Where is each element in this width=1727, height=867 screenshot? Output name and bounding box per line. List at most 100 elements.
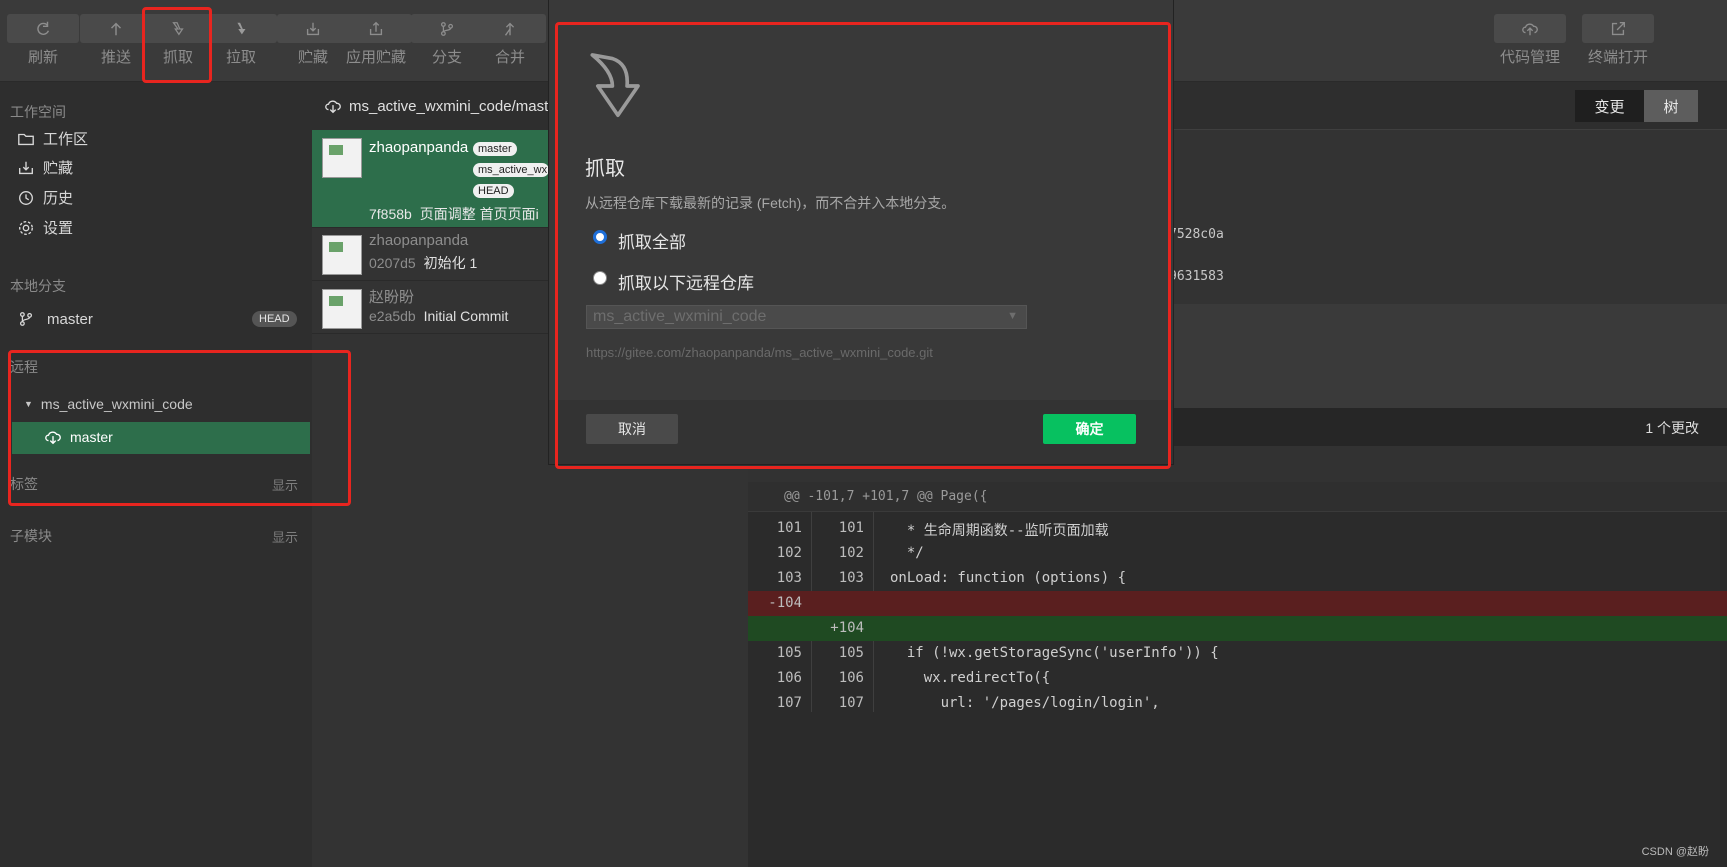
sidebar-item-history[interactable]: 历史 — [17, 187, 73, 208]
branch-icon — [440, 21, 454, 36]
branch-icon — [19, 312, 33, 326]
sidebar-item-label: 贮藏 — [43, 160, 74, 177]
old-line-number: -104 — [768, 595, 802, 611]
cloud-download-icon — [325, 100, 341, 114]
branch-button[interactable]: 分支 — [411, 14, 483, 67]
diff-view: 101 101 * 生命周期函数--监听页面加载 102 102 */ 103 … — [748, 512, 1727, 867]
watermark: CSDN @赵盼 — [1641, 846, 1709, 858]
commit-hash-1: 7528c0a — [1169, 227, 1224, 242]
commit-hash: 0207d5 — [369, 255, 416, 271]
avatar — [322, 138, 362, 178]
history-icon — [19, 190, 33, 205]
old-line-number: 105 — [776, 645, 802, 661]
old-line-number: 102 — [776, 545, 802, 561]
merge-button[interactable]: 合并 — [474, 14, 546, 67]
submodule-show-link[interactable]: 显示 — [272, 527, 298, 546]
sidebar-item-label: 历史 — [43, 190, 74, 207]
avatar — [322, 235, 362, 275]
stash-icon — [306, 22, 320, 35]
commit-hash-2: 9631583 — [1169, 269, 1224, 284]
tab-tree[interactable]: 树 — [1644, 90, 1698, 122]
commit-list-title: ms_active_wxmini_code/master — [349, 97, 562, 115]
diff-line-deleted: -104 — [748, 591, 1727, 616]
commit-author: 赵盼盼 — [369, 289, 415, 306]
merge-icon — [504, 22, 515, 36]
new-line-number: 107 — [838, 695, 864, 711]
diff-line: 101 101 * 生命周期函数--监听页面加载 — [748, 516, 1727, 541]
avatar — [322, 289, 362, 329]
new-line-number: 101 — [838, 520, 864, 536]
sidebar-item-settings[interactable]: 设置 — [17, 217, 73, 238]
pull-button[interactable]: 拉取 — [205, 14, 277, 67]
merge-label: 合并 — [494, 49, 525, 66]
pull-icon — [237, 22, 246, 34]
highlight-box-fetch — [142, 7, 212, 83]
diff-code: * 生命周期函数--监听页面加载 — [890, 523, 1109, 539]
head-badge: HEAD — [252, 311, 297, 327]
diff-line: 103 103 onLoad: function (options) { — [748, 566, 1727, 591]
old-line-number: 103 — [776, 570, 802, 586]
diff-line: 102 102 */ — [748, 541, 1727, 566]
highlight-box-remote — [8, 350, 351, 506]
commit-hash: e2a5db — [369, 308, 416, 324]
commit-hash: 7f858b — [369, 206, 412, 222]
branch-tag: master — [473, 142, 517, 156]
commit-line: 0207d5 初始化 1 — [369, 253, 477, 273]
commit-message: 初始化 1 — [423, 255, 478, 271]
cloud-upload-icon — [1522, 23, 1538, 35]
folder-icon — [18, 133, 34, 145]
commit-author: zhaopanpanda — [369, 139, 469, 156]
diff-code: if (!wx.getStorageSync('userInfo')) { — [890, 645, 1219, 661]
apply-stash-button[interactable]: 应用贮藏 — [340, 14, 412, 67]
sidebar-item-workspace[interactable]: 工作区 — [17, 128, 88, 149]
diff-code: */ — [890, 545, 924, 561]
pull-label: 拉取 — [225, 49, 256, 66]
new-line-number: 105 — [838, 645, 864, 661]
sidebar-item-stash[interactable]: 贮藏 — [17, 157, 73, 178]
submodule-title: 子模块 — [10, 528, 52, 544]
diff-code: url: '/pages/login/login', — [890, 695, 1160, 711]
terminal-button[interactable]: 终端打开 — [1582, 14, 1654, 67]
sidebar-item-label: 设置 — [43, 220, 74, 237]
diff-code: onLoad: function (options) { — [890, 570, 1127, 586]
apply-stash-icon — [369, 21, 383, 35]
apply-stash-label: 应用贮藏 — [345, 49, 406, 66]
branch-label: 分支 — [431, 49, 462, 66]
commit-message: 页面调整 首页页面i — [419, 206, 539, 222]
stash-label: 贮藏 — [297, 49, 328, 66]
diff-code: wx.redirectTo({ — [890, 670, 1051, 686]
refresh-button[interactable]: 刷新 — [7, 14, 79, 67]
new-line-number: 103 — [838, 570, 864, 586]
sidebar-item-local-master[interactable]: master — [17, 310, 93, 328]
commit-author: zhaopanpanda — [369, 232, 469, 249]
external-link-icon — [1611, 21, 1625, 35]
old-line-number: 101 — [776, 520, 802, 536]
sidebar-item-label: 工作区 — [43, 131, 89, 148]
stash-button[interactable]: 贮藏 — [277, 14, 349, 67]
old-line-number: 107 — [776, 695, 802, 711]
commit-line: 7f858b 页面调整 首页页面i — [369, 204, 539, 224]
stash-icon — [19, 161, 33, 174]
sidebar-item-label: master — [47, 310, 93, 328]
terminal-label: 终端打开 — [1587, 49, 1648, 66]
old-line-number: 106 — [776, 670, 802, 686]
highlight-box-dialog — [555, 22, 1171, 469]
commit-line: e2a5db Initial Commit — [369, 308, 508, 324]
new-line-number: 102 — [838, 545, 864, 561]
code-manage-label: 代码管理 — [1499, 49, 1560, 66]
diff-line: 107 107 url: '/pages/login/login', — [748, 691, 1727, 716]
gear-icon — [19, 220, 33, 235]
tab-changes[interactable]: 变更 — [1575, 90, 1644, 122]
refresh-icon — [37, 21, 50, 35]
diff-line-added: +104 — [748, 616, 1727, 641]
code-manage-button[interactable]: 代码管理 — [1494, 14, 1566, 67]
workspace-title: 工作空间 — [10, 104, 66, 120]
remote-branch-tag: ms_active_wx — [473, 163, 549, 177]
hunk-header-row: @@ -101,7 +101,7 @@ Page({ — [748, 482, 1727, 512]
new-line-number: 106 — [838, 670, 864, 686]
diff-line: 106 106 wx.redirectTo({ — [748, 666, 1727, 691]
push-icon — [110, 22, 122, 35]
commit-message: Initial Commit — [423, 308, 509, 324]
head-tag: HEAD — [473, 184, 514, 198]
refresh-label: 刷新 — [27, 49, 58, 66]
